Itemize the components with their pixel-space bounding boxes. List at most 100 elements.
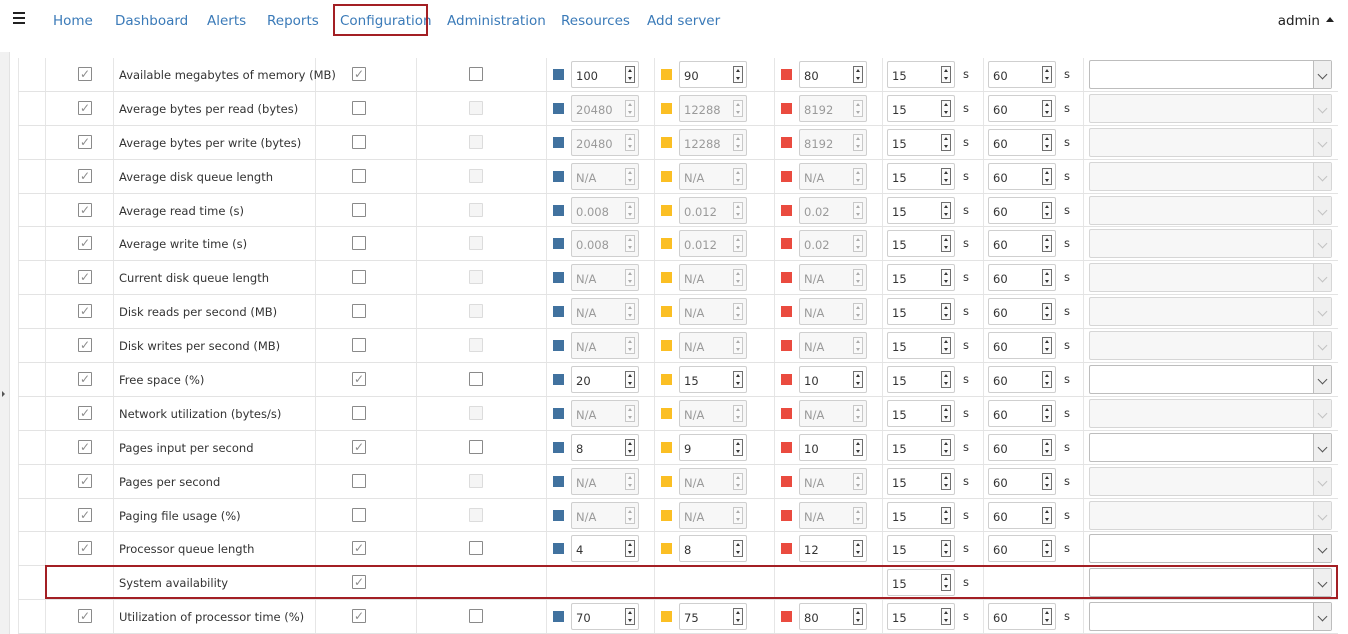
- spinner-arrows-icon[interactable]: [733, 66, 743, 83]
- option-checkbox[interactable]: [469, 304, 483, 319]
- option-checkbox[interactable]: [469, 100, 483, 115]
- enabled-checkbox[interactable]: ✓: [78, 439, 92, 454]
- interval-spinner[interactable]: 15: [887, 535, 955, 563]
- enabled-checkbox[interactable]: ✓: [78, 304, 92, 319]
- interval-spinner[interactable]: 15: [887, 467, 955, 495]
- yellow-threshold-spinner[interactable]: 0.012: [679, 230, 747, 258]
- dropdown-button[interactable]: [1313, 399, 1331, 427]
- yellow-threshold-spinner[interactable]: N/A: [679, 467, 747, 495]
- enabled-checkbox[interactable]: ✓: [78, 405, 92, 420]
- alert-checkbox[interactable]: [352, 405, 366, 420]
- duration-spinner[interactable]: 60: [988, 399, 1056, 427]
- green-threshold-spinner[interactable]: N/A: [571, 264, 639, 292]
- spinner-arrows-icon[interactable]: [941, 99, 951, 117]
- spinner-arrows-icon[interactable]: [733, 438, 743, 456]
- spinner-arrows-icon[interactable]: [941, 438, 951, 456]
- spinner-arrows-icon[interactable]: [1042, 99, 1052, 117]
- yellow-threshold-spinner[interactable]: 0.012: [679, 196, 747, 224]
- spinner-arrows-icon[interactable]: [853, 269, 863, 287]
- spinner-arrows-icon[interactable]: [853, 540, 863, 558]
- option-checkbox[interactable]: [469, 541, 483, 556]
- alert-checkbox[interactable]: [352, 304, 366, 319]
- enabled-checkbox[interactable]: ✓: [78, 270, 92, 285]
- action-dropdown[interactable]: [1089, 229, 1332, 259]
- spinner-arrows-icon[interactable]: [853, 337, 863, 355]
- dropdown-button[interactable]: [1313, 298, 1331, 326]
- green-threshold-spinner[interactable]: 100: [571, 61, 639, 88]
- spinner-arrows-icon[interactable]: [733, 540, 743, 558]
- option-checkbox[interactable]: [469, 270, 483, 285]
- yellow-threshold-spinner[interactable]: 75: [679, 603, 747, 631]
- enabled-checkbox[interactable]: ✓: [78, 473, 92, 488]
- dropdown-button[interactable]: [1313, 332, 1331, 360]
- alert-checkbox[interactable]: [352, 473, 366, 488]
- spinner-arrows-icon[interactable]: [1042, 133, 1052, 151]
- enabled-checkbox[interactable]: ✓: [78, 67, 92, 81]
- red-threshold-spinner[interactable]: N/A: [799, 162, 867, 190]
- spinner-arrows-icon[interactable]: [733, 133, 743, 151]
- enabled-checkbox[interactable]: ✓: [78, 507, 92, 522]
- spinner-arrows-icon[interactable]: [625, 337, 635, 355]
- action-dropdown[interactable]: [1089, 365, 1332, 395]
- spinner-arrows-icon[interactable]: [625, 438, 635, 456]
- interval-spinner[interactable]: 15: [887, 603, 955, 631]
- action-dropdown[interactable]: [1089, 331, 1332, 361]
- nav-home[interactable]: Home: [53, 13, 93, 29]
- enabled-checkbox[interactable]: ✓: [78, 168, 92, 183]
- alert-checkbox[interactable]: ✓: [352, 609, 366, 624]
- action-dropdown[interactable]: [1089, 398, 1332, 428]
- alert-checkbox[interactable]: [352, 202, 366, 217]
- spinner-arrows-icon[interactable]: [1042, 540, 1052, 558]
- spinner-arrows-icon[interactable]: [1042, 235, 1052, 253]
- option-checkbox[interactable]: [469, 405, 483, 420]
- spinner-arrows-icon[interactable]: [733, 303, 743, 321]
- green-threshold-spinner[interactable]: N/A: [571, 501, 639, 529]
- spinner-arrows-icon[interactable]: [625, 167, 635, 185]
- action-dropdown[interactable]: [1089, 60, 1332, 89]
- interval-spinner[interactable]: 15: [887, 264, 955, 292]
- dropdown-button[interactable]: [1313, 61, 1331, 88]
- green-threshold-spinner[interactable]: 20480: [571, 94, 639, 122]
- red-threshold-spinner[interactable]: 80: [799, 61, 867, 88]
- spinner-arrows-icon[interactable]: [1042, 201, 1052, 219]
- enabled-checkbox[interactable]: ✓: [78, 100, 92, 115]
- spinner-arrows-icon[interactable]: [853, 133, 863, 151]
- duration-spinner[interactable]: 60: [988, 298, 1056, 326]
- spinner-arrows-icon[interactable]: [1042, 269, 1052, 287]
- dropdown-button[interactable]: [1313, 603, 1331, 631]
- spinner-arrows-icon[interactable]: [733, 167, 743, 185]
- option-checkbox[interactable]: [469, 507, 483, 522]
- dropdown-button[interactable]: [1313, 230, 1331, 258]
- spinner-arrows-icon[interactable]: [733, 201, 743, 219]
- option-checkbox[interactable]: [469, 202, 483, 217]
- spinner-arrows-icon[interactable]: [941, 66, 951, 83]
- spinner-arrows-icon[interactable]: [733, 371, 743, 389]
- spinner-arrows-icon[interactable]: [853, 167, 863, 185]
- spinner-arrows-icon[interactable]: [853, 371, 863, 389]
- yellow-threshold-spinner[interactable]: N/A: [679, 298, 747, 326]
- spinner-arrows-icon[interactable]: [625, 540, 635, 558]
- spinner-arrows-icon[interactable]: [1042, 303, 1052, 321]
- spinner-arrows-icon[interactable]: [625, 201, 635, 219]
- enabled-checkbox[interactable]: ✓: [78, 202, 92, 217]
- spinner-arrows-icon[interactable]: [941, 608, 951, 626]
- yellow-threshold-spinner[interactable]: 8: [679, 535, 747, 563]
- action-dropdown[interactable]: [1089, 602, 1332, 632]
- nav-alerts[interactable]: Alerts: [207, 13, 246, 29]
- user-menu[interactable]: admin: [1278, 13, 1334, 29]
- green-threshold-spinner[interactable]: 0.008: [571, 230, 639, 258]
- spinner-arrows-icon[interactable]: [625, 472, 635, 490]
- green-threshold-spinner[interactable]: N/A: [571, 332, 639, 360]
- interval-spinner[interactable]: 15: [887, 501, 955, 529]
- spinner-arrows-icon[interactable]: [733, 472, 743, 490]
- nav-reports[interactable]: Reports: [267, 13, 319, 29]
- alert-checkbox[interactable]: [352, 100, 366, 115]
- interval-spinner[interactable]: 15: [887, 433, 955, 461]
- duration-spinner[interactable]: 60: [988, 162, 1056, 190]
- spinner-arrows-icon[interactable]: [1042, 167, 1052, 185]
- action-dropdown[interactable]: [1089, 263, 1332, 293]
- alert-checkbox[interactable]: [352, 338, 366, 353]
- interval-spinner[interactable]: 15: [887, 196, 955, 224]
- spinner-arrows-icon[interactable]: [941, 371, 951, 389]
- duration-spinner[interactable]: 60: [988, 332, 1056, 360]
